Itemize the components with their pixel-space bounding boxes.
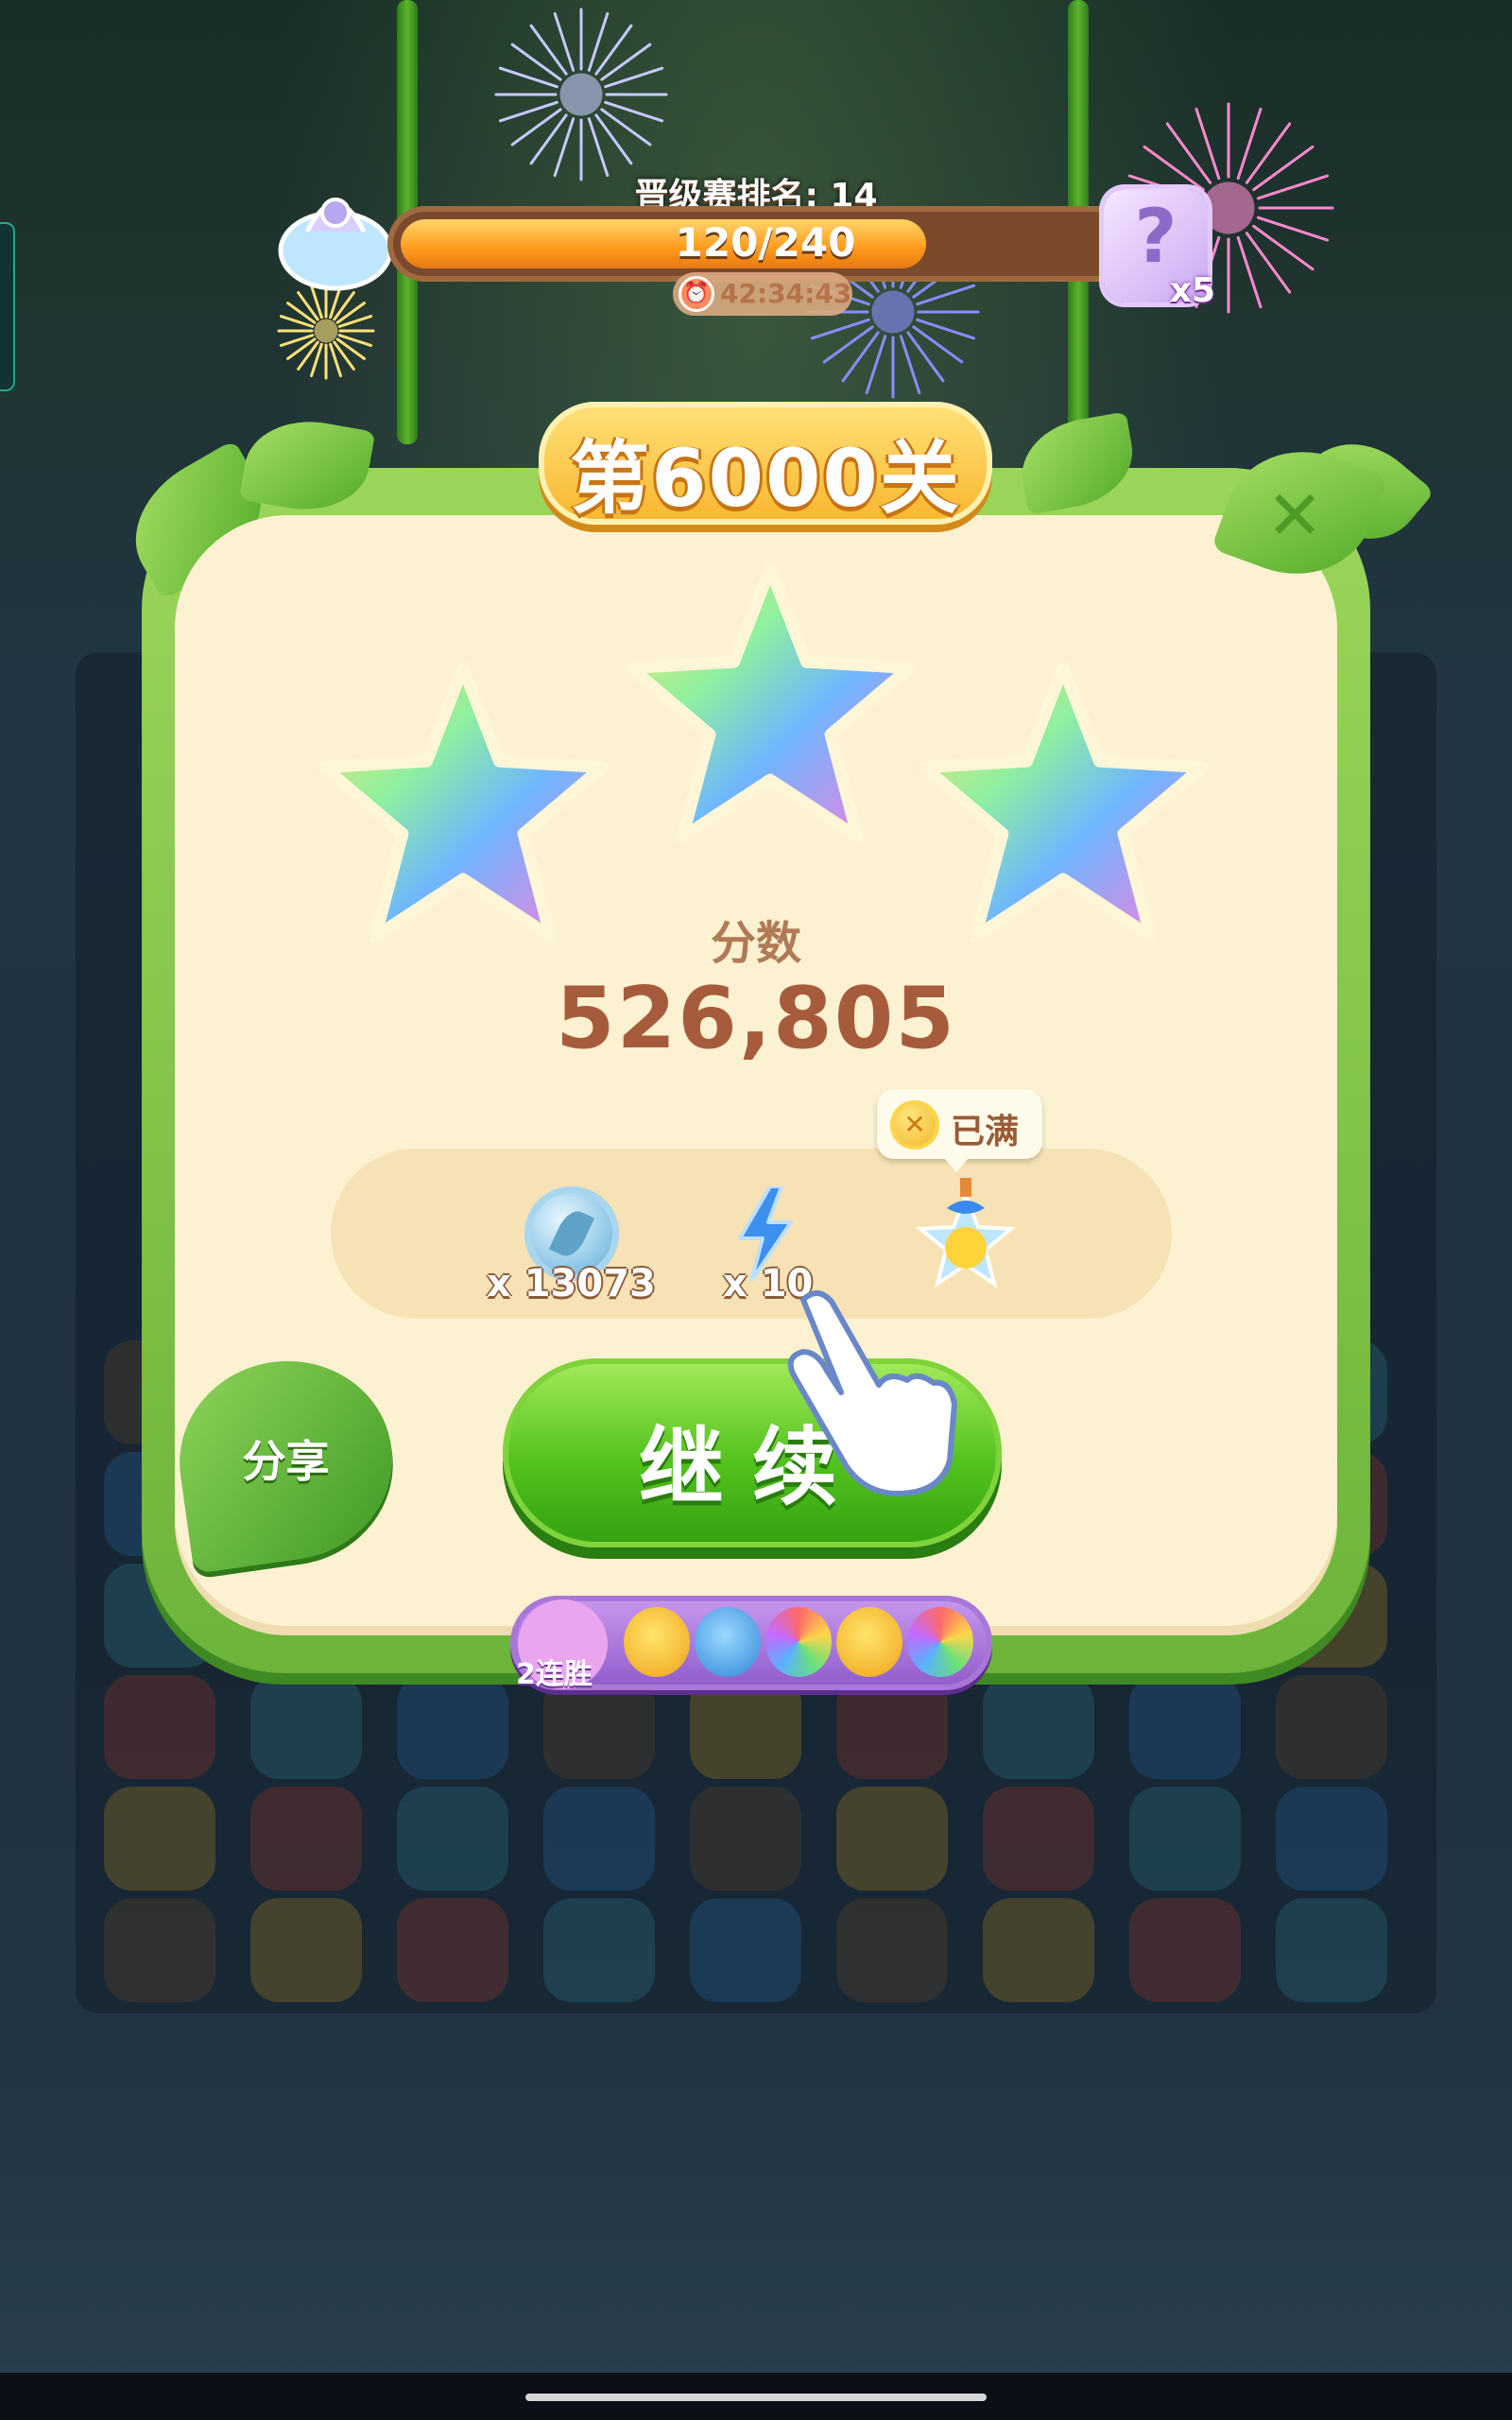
chick-icon bbox=[836, 1607, 902, 1677]
timer-text: 42:34:43 bbox=[720, 278, 852, 309]
alarm-clock-icon: ⏰ bbox=[679, 276, 714, 312]
close-icon: ✕ bbox=[1266, 475, 1324, 555]
progress-bar: 120/240 bbox=[387, 206, 1143, 282]
score-value: 526,805 bbox=[556, 969, 956, 1068]
full-tooltip: ✕ 已满 bbox=[877, 1089, 1042, 1172]
blue-bear-icon bbox=[695, 1607, 761, 1677]
firework-core bbox=[314, 319, 338, 343]
system-nav-bar bbox=[0, 2373, 1512, 2420]
bag-icon bbox=[278, 198, 393, 291]
level-title: 第6000关 bbox=[570, 432, 961, 525]
streak-label: 2连胜 bbox=[516, 1658, 593, 1691]
chest-count: x5 bbox=[1169, 271, 1215, 310]
firework-core bbox=[559, 73, 603, 116]
gold-coin-icon: ✕ bbox=[890, 1100, 939, 1150]
star-icon bbox=[625, 562, 916, 844]
share-button-label[interactable]: 分享 bbox=[180, 1427, 392, 1490]
coin-count: x 13073 bbox=[487, 1262, 656, 1305]
star-gift-jar-icon bbox=[915, 1178, 1017, 1288]
mystery-chest-icon[interactable]: ? x5 bbox=[1104, 189, 1215, 310]
rainbow-owl-icon bbox=[907, 1607, 973, 1677]
firework-core bbox=[871, 290, 915, 334]
level-badge: 第6000关 bbox=[539, 402, 992, 525]
question-mark-icon: ? bbox=[1134, 195, 1177, 280]
home-indicator[interactable] bbox=[525, 2394, 987, 2401]
progress-text: 120/240 bbox=[675, 219, 856, 266]
score-label: 分数 bbox=[710, 917, 801, 970]
close-button[interactable]: ✕ bbox=[1211, 428, 1388, 597]
chick-icon bbox=[624, 1607, 690, 1677]
timer-pill: ⏰ 42:34:43 bbox=[673, 272, 852, 316]
full-tooltip-text: 已满 bbox=[951, 1113, 1020, 1151]
pointing-hand-icon bbox=[787, 1290, 957, 1496]
rainbow-owl-icon bbox=[765, 1607, 832, 1677]
